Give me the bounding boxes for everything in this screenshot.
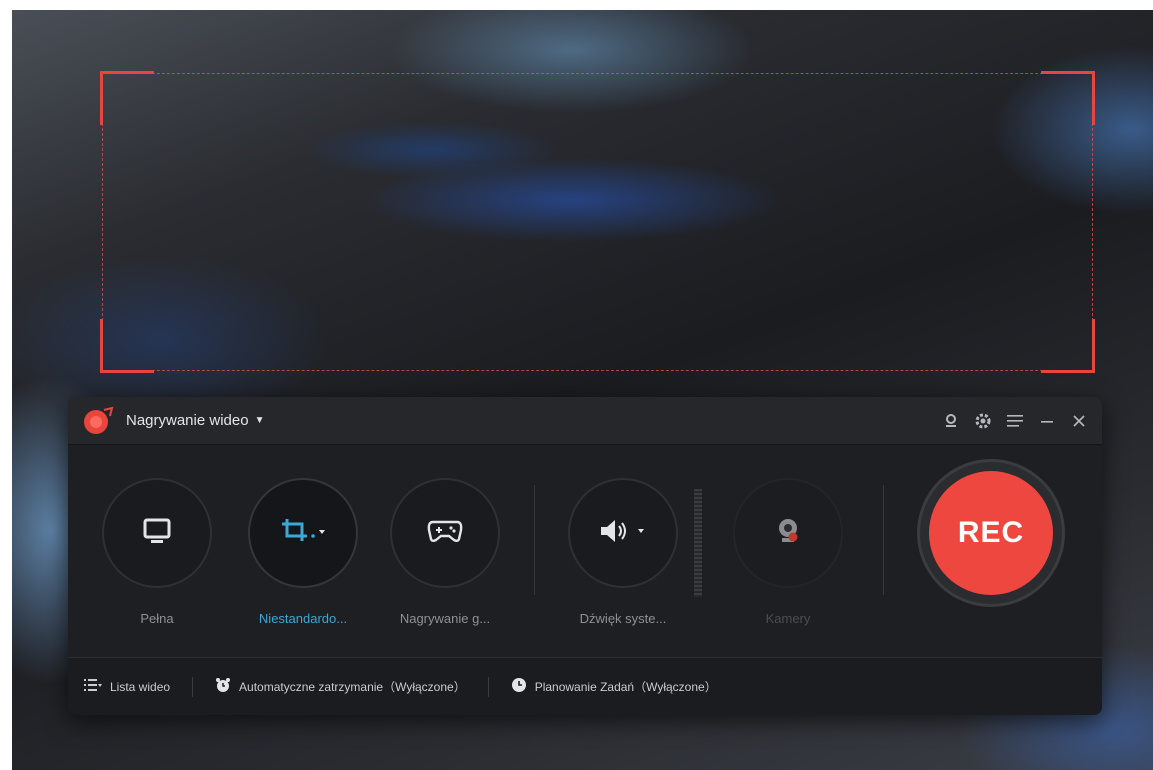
close-icon[interactable] [1070,412,1088,430]
schedule-button[interactable]: Planowanie Zadań（Wyłączone） [511,677,717,696]
crop-icon [279,516,327,551]
webcam-icon[interactable] [942,412,960,430]
mode-game-label: Nagrywanie g... [399,611,491,626]
recording-mode-label: Nagrywanie wideo [126,412,249,429]
divider [534,485,535,595]
auto-stop-label: Automatyczne zatrzymanie（Wyłączone） [239,680,466,694]
video-list-label: Lista wideo [110,679,171,694]
alarm-clock-icon [215,677,231,696]
divider [487,676,489,697]
recorder-controls: Pełna Niestandardo... Nagrywanie g... Dź… [68,445,1102,657]
camera-label: Kamery [765,611,811,626]
monitor-icon [142,517,172,550]
gear-icon[interactable] [974,412,992,430]
camera-button[interactable] [733,478,843,588]
minimize-icon[interactable] [1038,412,1056,430]
divider [883,485,884,595]
menu-icon[interactable] [1006,412,1024,430]
clock-icon [511,677,527,696]
speaker-icon [598,517,648,550]
frame-corner-top-left[interactable] [100,71,154,125]
rec-button-label: REC [929,471,1053,595]
recorder-bottombar: Lista wideo Automatyczne zatrzymanie（Wył… [68,657,1102,715]
recorder-window: Nagrywanie wideo ▼ Pełna Niestandardo...… [68,397,1102,715]
frame-corner-top-right[interactable] [1041,71,1095,125]
list-icon [84,679,102,694]
auto-stop-button[interactable]: Automatyczne zatrzymanie（Wyłączone） [215,677,466,696]
mode-game-button[interactable] [390,478,500,588]
frame-corner-bottom-left[interactable] [100,319,154,373]
rec-button[interactable]: REC [917,459,1065,607]
mode-full-button[interactable] [102,478,212,588]
titlebar-tools [942,412,1088,430]
caret-down-icon: ▼ [254,415,265,426]
recorder-titlebar: Nagrywanie wideo ▼ [68,397,1102,445]
recording-mode-dropdown[interactable]: Nagrywanie wideo ▼ [126,412,264,429]
audio-level-meter [694,489,702,597]
audio-system-button[interactable] [568,478,678,588]
audio-system-label: Dźwięk syste... [579,611,667,626]
video-list-button[interactable]: Lista wideo [84,679,170,694]
mode-full-label: Pełna [140,611,174,626]
mode-custom-button[interactable] [248,478,358,588]
gamepad-icon [427,518,463,549]
mode-custom-label: Niestandardo... [258,611,348,626]
divider [192,676,194,697]
app-logo-icon [82,406,116,436]
frame-corner-bottom-right[interactable] [1041,319,1095,373]
schedule-label: Planowanie Zadań（Wyłączone） [534,680,717,694]
camera-off-icon [775,517,801,550]
capture-region-frame[interactable] [100,71,1095,373]
